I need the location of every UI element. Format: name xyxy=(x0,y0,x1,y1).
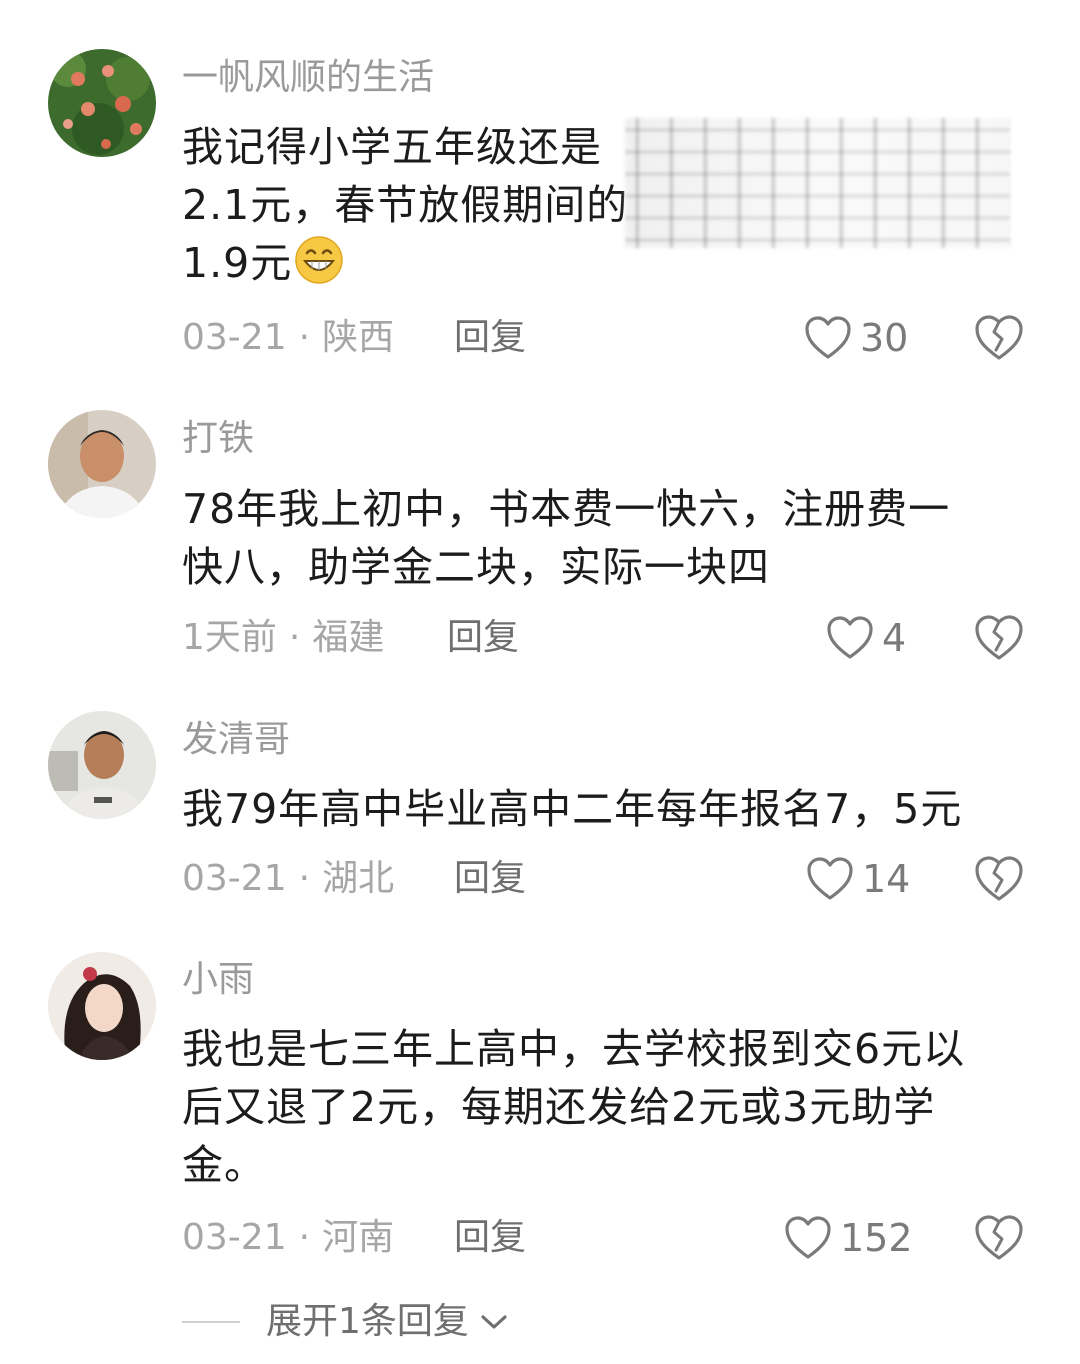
avatar[interactable] xyxy=(48,49,156,157)
like-count: 30 xyxy=(860,316,909,360)
comment-time: 03-21 xyxy=(182,858,287,899)
broken-heart-icon[interactable] xyxy=(973,1212,1025,1264)
expand-replies-button[interactable]: 展开1条回复 xyxy=(182,1300,509,1344)
redacted-text-blur xyxy=(625,118,1010,248)
avatar[interactable] xyxy=(48,410,156,518)
username[interactable]: 一帆风顺的生活 xyxy=(182,56,434,100)
expand-divider xyxy=(182,1321,240,1323)
meta-separator: · xyxy=(288,617,301,658)
comment-line-text: 1.9元 xyxy=(182,239,293,287)
username[interactable]: 打铁 xyxy=(182,417,254,461)
like-button[interactable]: 4 xyxy=(826,610,906,666)
meta-separator: · xyxy=(298,1217,311,1258)
broken-heart-icon[interactable] xyxy=(973,853,1025,905)
heart-outline-icon xyxy=(805,316,851,359)
broken-heart-icon[interactable] xyxy=(973,612,1025,664)
comment-line: 后又退了2元，每期还发给2元或3元助学 xyxy=(182,1083,936,1131)
meta-separator: · xyxy=(298,317,311,358)
like-count: 4 xyxy=(882,616,907,660)
meta-separator: · xyxy=(298,858,311,899)
comment-time: 03-21 xyxy=(182,1217,287,1258)
comment-region: 湖北 xyxy=(322,858,395,899)
chevron-down-icon xyxy=(481,1315,507,1329)
comment-line: 快八，助学金二块，实际一块四 xyxy=(182,543,770,591)
expand-replies-label: 展开1条回复 xyxy=(266,1301,469,1342)
comment-line: 金。 xyxy=(182,1141,266,1189)
like-button[interactable]: 30 xyxy=(804,310,908,366)
comment-time: 1天前 xyxy=(182,617,277,658)
comment-meta: 03-21 · 陕西 xyxy=(182,316,394,360)
reply-button[interactable]: 回复 xyxy=(454,1216,526,1260)
comment-region: 河南 xyxy=(322,1217,395,1258)
comment-text: 我也是七三年上高中，去学校报到交6元以 后又退了2元，每期还发给2元或3元助学 … xyxy=(182,1020,1032,1194)
comment-meta: 03-21 · 河南 xyxy=(182,1216,394,1260)
grinning-face-emoji xyxy=(295,236,343,284)
like-button[interactable]: 152 xyxy=(784,1210,913,1266)
comment-meta: 03-21 · 湖北 xyxy=(182,857,394,901)
reply-button[interactable]: 回复 xyxy=(454,857,526,901)
heart-outline-icon xyxy=(807,857,853,900)
like-count: 14 xyxy=(862,857,911,901)
comment-line: 78年我上初中，书本费一快六，注册费一 xyxy=(182,485,951,533)
comment-region: 福建 xyxy=(312,617,385,658)
reply-button[interactable]: 回复 xyxy=(447,616,519,660)
username[interactable]: 小雨 xyxy=(182,958,254,1002)
comment-time: 03-21 xyxy=(182,317,287,358)
comment-line: 我也是七三年上高中，去学校报到交6元以 xyxy=(182,1025,966,1073)
avatar[interactable] xyxy=(48,952,156,1060)
like-count: 152 xyxy=(840,1216,913,1260)
heart-outline-icon xyxy=(785,1216,831,1259)
comment-text: 78年我上初中，书本费一快六，注册费一 快八，助学金二块，实际一块四 xyxy=(182,480,1032,596)
avatar[interactable] xyxy=(48,711,156,819)
comment-meta: 1天前 · 福建 xyxy=(182,616,384,660)
heart-outline-icon xyxy=(827,616,873,659)
like-button[interactable]: 14 xyxy=(806,851,910,907)
username[interactable]: 发清哥 xyxy=(182,718,290,762)
broken-heart-icon[interactable] xyxy=(973,312,1025,364)
comment-text: 我79年高中毕业高中二年每年报名7，5元 xyxy=(182,780,1032,838)
comment-region: 陕西 xyxy=(322,317,395,358)
reply-button[interactable]: 回复 xyxy=(454,316,526,360)
comment-line: 我79年高中毕业高中二年每年报名7，5元 xyxy=(182,785,963,833)
comment-item: 一帆风顺的生活 我记得小学五年级还是 2.1元，春节放假期间的 1.9元 03-… xyxy=(0,0,1080,380)
